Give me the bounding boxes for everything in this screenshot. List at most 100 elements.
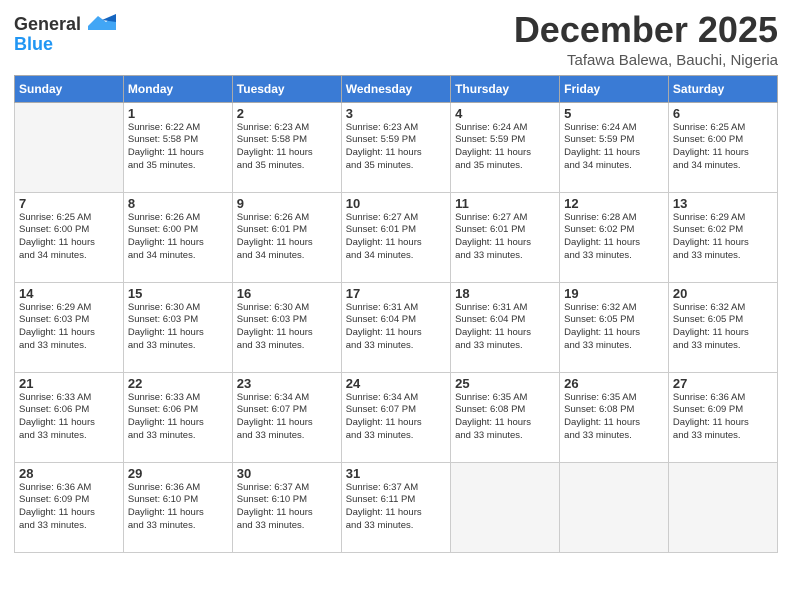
calendar-cell: 6Sunrise: 6:25 AM Sunset: 6:00 PM Daylig… bbox=[668, 102, 777, 192]
calendar-cell bbox=[15, 102, 124, 192]
calendar-body: 1Sunrise: 6:22 AM Sunset: 5:58 PM Daylig… bbox=[15, 102, 778, 552]
day-info: Sunrise: 6:36 AM Sunset: 6:10 PM Dayligh… bbox=[128, 482, 228, 533]
calendar-cell: 1Sunrise: 6:22 AM Sunset: 5:58 PM Daylig… bbox=[123, 102, 232, 192]
calendar-cell: 16Sunrise: 6:30 AM Sunset: 6:03 PM Dayli… bbox=[232, 282, 341, 372]
calendar-cell: 15Sunrise: 6:30 AM Sunset: 6:03 PM Dayli… bbox=[123, 282, 232, 372]
logo-blue-text: Blue bbox=[14, 35, 53, 55]
header: General Blue December 2025 Tafawa Balewa… bbox=[14, 10, 778, 69]
day-number: 23 bbox=[237, 376, 337, 391]
weekday-header-sunday: Sunday bbox=[15, 75, 124, 102]
day-info: Sunrise: 6:32 AM Sunset: 6:05 PM Dayligh… bbox=[564, 302, 664, 353]
day-number: 28 bbox=[19, 466, 119, 481]
day-info: Sunrise: 6:23 AM Sunset: 5:59 PM Dayligh… bbox=[346, 122, 446, 173]
day-info: Sunrise: 6:26 AM Sunset: 6:00 PM Dayligh… bbox=[128, 212, 228, 263]
weekday-header-saturday: Saturday bbox=[668, 75, 777, 102]
day-number: 19 bbox=[564, 286, 664, 301]
calendar-cell: 19Sunrise: 6:32 AM Sunset: 6:05 PM Dayli… bbox=[560, 282, 669, 372]
calendar-cell: 20Sunrise: 6:32 AM Sunset: 6:05 PM Dayli… bbox=[668, 282, 777, 372]
weekday-header-wednesday: Wednesday bbox=[341, 75, 450, 102]
day-info: Sunrise: 6:36 AM Sunset: 6:09 PM Dayligh… bbox=[673, 392, 773, 443]
day-number: 8 bbox=[128, 196, 228, 211]
calendar-cell: 25Sunrise: 6:35 AM Sunset: 6:08 PM Dayli… bbox=[451, 372, 560, 462]
calendar-header: SundayMondayTuesdayWednesdayThursdayFrid… bbox=[15, 75, 778, 102]
calendar-cell: 29Sunrise: 6:36 AM Sunset: 6:10 PM Dayli… bbox=[123, 462, 232, 552]
day-info: Sunrise: 6:24 AM Sunset: 5:59 PM Dayligh… bbox=[455, 122, 555, 173]
calendar-cell: 31Sunrise: 6:37 AM Sunset: 6:11 PM Dayli… bbox=[341, 462, 450, 552]
weekday-header-monday: Monday bbox=[123, 75, 232, 102]
page: General Blue December 2025 Tafawa Balewa… bbox=[0, 0, 792, 612]
calendar-cell bbox=[668, 462, 777, 552]
calendar-cell: 11Sunrise: 6:27 AM Sunset: 6:01 PM Dayli… bbox=[451, 192, 560, 282]
day-number: 7 bbox=[19, 196, 119, 211]
week-row-3: 14Sunrise: 6:29 AM Sunset: 6:03 PM Dayli… bbox=[15, 282, 778, 372]
day-number: 6 bbox=[673, 106, 773, 121]
day-info: Sunrise: 6:33 AM Sunset: 6:06 PM Dayligh… bbox=[19, 392, 119, 443]
day-info: Sunrise: 6:37 AM Sunset: 6:11 PM Dayligh… bbox=[346, 482, 446, 533]
weekday-header-thursday: Thursday bbox=[451, 75, 560, 102]
day-info: Sunrise: 6:23 AM Sunset: 5:58 PM Dayligh… bbox=[237, 122, 337, 173]
day-number: 29 bbox=[128, 466, 228, 481]
calendar-cell: 12Sunrise: 6:28 AM Sunset: 6:02 PM Dayli… bbox=[560, 192, 669, 282]
day-info: Sunrise: 6:30 AM Sunset: 6:03 PM Dayligh… bbox=[237, 302, 337, 353]
day-number: 15 bbox=[128, 286, 228, 301]
weekday-row: SundayMondayTuesdayWednesdayThursdayFrid… bbox=[15, 75, 778, 102]
day-number: 9 bbox=[237, 196, 337, 211]
day-number: 1 bbox=[128, 106, 228, 121]
location-title: Tafawa Balewa, Bauchi, Nigeria bbox=[514, 52, 778, 69]
calendar-cell: 2Sunrise: 6:23 AM Sunset: 5:58 PM Daylig… bbox=[232, 102, 341, 192]
day-number: 3 bbox=[346, 106, 446, 121]
weekday-header-friday: Friday bbox=[560, 75, 669, 102]
day-info: Sunrise: 6:22 AM Sunset: 5:58 PM Dayligh… bbox=[128, 122, 228, 173]
day-number: 12 bbox=[564, 196, 664, 211]
day-info: Sunrise: 6:25 AM Sunset: 6:00 PM Dayligh… bbox=[19, 212, 119, 263]
calendar-cell: 10Sunrise: 6:27 AM Sunset: 6:01 PM Dayli… bbox=[341, 192, 450, 282]
calendar-cell: 18Sunrise: 6:31 AM Sunset: 6:04 PM Dayli… bbox=[451, 282, 560, 372]
day-number: 25 bbox=[455, 376, 555, 391]
calendar-cell: 27Sunrise: 6:36 AM Sunset: 6:09 PM Dayli… bbox=[668, 372, 777, 462]
calendar-cell bbox=[560, 462, 669, 552]
week-row-4: 21Sunrise: 6:33 AM Sunset: 6:06 PM Dayli… bbox=[15, 372, 778, 462]
day-number: 17 bbox=[346, 286, 446, 301]
day-number: 30 bbox=[237, 466, 337, 481]
day-info: Sunrise: 6:32 AM Sunset: 6:05 PM Dayligh… bbox=[673, 302, 773, 353]
day-number: 14 bbox=[19, 286, 119, 301]
calendar-cell: 8Sunrise: 6:26 AM Sunset: 6:00 PM Daylig… bbox=[123, 192, 232, 282]
day-info: Sunrise: 6:24 AM Sunset: 5:59 PM Dayligh… bbox=[564, 122, 664, 173]
calendar-cell: 7Sunrise: 6:25 AM Sunset: 6:00 PM Daylig… bbox=[15, 192, 124, 282]
week-row-5: 28Sunrise: 6:36 AM Sunset: 6:09 PM Dayli… bbox=[15, 462, 778, 552]
calendar-cell: 21Sunrise: 6:33 AM Sunset: 6:06 PM Dayli… bbox=[15, 372, 124, 462]
day-info: Sunrise: 6:31 AM Sunset: 6:04 PM Dayligh… bbox=[346, 302, 446, 353]
title-section: December 2025 Tafawa Balewa, Bauchi, Nig… bbox=[514, 10, 778, 69]
logo-text: General bbox=[14, 14, 116, 35]
calendar-cell: 28Sunrise: 6:36 AM Sunset: 6:09 PM Dayli… bbox=[15, 462, 124, 552]
day-number: 11 bbox=[455, 196, 555, 211]
calendar-cell: 24Sunrise: 6:34 AM Sunset: 6:07 PM Dayli… bbox=[341, 372, 450, 462]
day-number: 18 bbox=[455, 286, 555, 301]
weekday-header-tuesday: Tuesday bbox=[232, 75, 341, 102]
logo: General Blue bbox=[14, 14, 116, 55]
calendar-cell: 17Sunrise: 6:31 AM Sunset: 6:04 PM Dayli… bbox=[341, 282, 450, 372]
week-row-2: 7Sunrise: 6:25 AM Sunset: 6:00 PM Daylig… bbox=[15, 192, 778, 282]
calendar-cell: 13Sunrise: 6:29 AM Sunset: 6:02 PM Dayli… bbox=[668, 192, 777, 282]
calendar-cell: 23Sunrise: 6:34 AM Sunset: 6:07 PM Dayli… bbox=[232, 372, 341, 462]
day-number: 21 bbox=[19, 376, 119, 391]
calendar-table: SundayMondayTuesdayWednesdayThursdayFrid… bbox=[14, 75, 778, 553]
day-info: Sunrise: 6:34 AM Sunset: 6:07 PM Dayligh… bbox=[346, 392, 446, 443]
day-info: Sunrise: 6:29 AM Sunset: 6:03 PM Dayligh… bbox=[19, 302, 119, 353]
day-info: Sunrise: 6:33 AM Sunset: 6:06 PM Dayligh… bbox=[128, 392, 228, 443]
day-info: Sunrise: 6:27 AM Sunset: 6:01 PM Dayligh… bbox=[455, 212, 555, 263]
calendar-cell: 9Sunrise: 6:26 AM Sunset: 6:01 PM Daylig… bbox=[232, 192, 341, 282]
calendar-cell: 3Sunrise: 6:23 AM Sunset: 5:59 PM Daylig… bbox=[341, 102, 450, 192]
day-info: Sunrise: 6:35 AM Sunset: 6:08 PM Dayligh… bbox=[564, 392, 664, 443]
week-row-1: 1Sunrise: 6:22 AM Sunset: 5:58 PM Daylig… bbox=[15, 102, 778, 192]
day-info: Sunrise: 6:28 AM Sunset: 6:02 PM Dayligh… bbox=[564, 212, 664, 263]
day-number: 20 bbox=[673, 286, 773, 301]
day-info: Sunrise: 6:30 AM Sunset: 6:03 PM Dayligh… bbox=[128, 302, 228, 353]
logo-icon bbox=[88, 14, 116, 30]
day-number: 4 bbox=[455, 106, 555, 121]
calendar-cell bbox=[451, 462, 560, 552]
day-number: 31 bbox=[346, 466, 446, 481]
day-number: 22 bbox=[128, 376, 228, 391]
day-number: 27 bbox=[673, 376, 773, 391]
day-number: 5 bbox=[564, 106, 664, 121]
